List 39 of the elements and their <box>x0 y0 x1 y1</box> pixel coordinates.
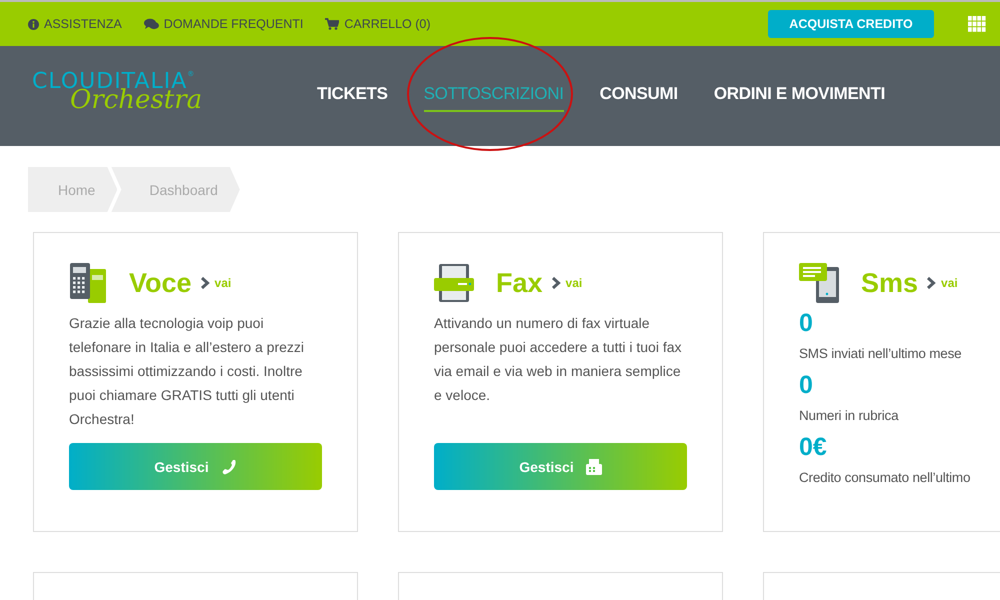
stat-value: 0 <box>799 308 814 339</box>
top-link[interactable]: DOMANDE FREQUENTI <box>144 17 304 31</box>
breadcrumb-item[interactable]: Home <box>28 167 118 212</box>
nav-tab[interactable]: TICKETS <box>317 80 388 112</box>
phone-icon <box>220 458 237 474</box>
service-title: Sms <box>861 268 918 298</box>
stat-label: Credito consumato nell’ultimo <box>799 469 972 487</box>
chevron-right-icon <box>200 276 210 290</box>
service-description: Attivando un numero di fax virtuale personale puoi accedere a tutti i tuoi fax via email e via web in maniera semplice e veloce. <box>434 314 682 405</box>
go-link[interactable]: vai <box>926 276 958 290</box>
fax-icon <box>586 458 602 474</box>
breadcrumb-item[interactable]: Dashboard <box>111 167 240 212</box>
stat-value: 0 <box>799 370 814 401</box>
buy-credit-button[interactable]: ACQUISTA CREDITO <box>768 10 934 38</box>
service-title: Fax <box>496 268 543 298</box>
logo[interactable]: CLOUDITALIA$^{®}$ Orchestra <box>32 71 282 121</box>
sms-phone-icon <box>799 263 839 303</box>
stat-label: Numeri in rubrica <box>799 407 900 425</box>
chat-icon <box>144 18 159 30</box>
service-description: Grazie alla tecnologia voip puoi telefonare in Italia e all’estero a prezzi bassissimi ottimizzando i costi. Inoltre puoi chiamare GRATIS tutti gli utenti Orchestra! <box>69 314 306 429</box>
service-title: Voce <box>129 268 192 298</box>
manage-button[interactable]: Gestisci <box>69 443 322 490</box>
nav-tab[interactable]: ORDINI E MOVIMENTI <box>714 80 886 112</box>
info-icon <box>28 18 39 30</box>
stat-value: 0€ <box>799 432 828 463</box>
stat-label: SMS inviati nell’ultimo mese <box>799 345 962 363</box>
go-link[interactable]: vai <box>550 276 582 290</box>
nav-tab[interactable]: SOTTOSCRIZIONI <box>424 80 564 112</box>
cart-icon <box>325 18 340 30</box>
chevron-right-icon <box>926 276 936 290</box>
top-link[interactable]: ASSISTENZA <box>28 17 122 31</box>
manage-button[interactable]: Gestisci <box>434 443 687 490</box>
phones-icon <box>69 263 107 303</box>
top-link[interactable]: CARRELLO (0) <box>325 17 431 31</box>
nav-tab[interactable]: CONSUMI <box>600 80 678 112</box>
chevron-right-icon <box>550 276 561 290</box>
go-link[interactable]: vai <box>200 276 232 290</box>
fax-icon <box>434 263 474 303</box>
apps-grid-icon[interactable] <box>968 16 986 32</box>
